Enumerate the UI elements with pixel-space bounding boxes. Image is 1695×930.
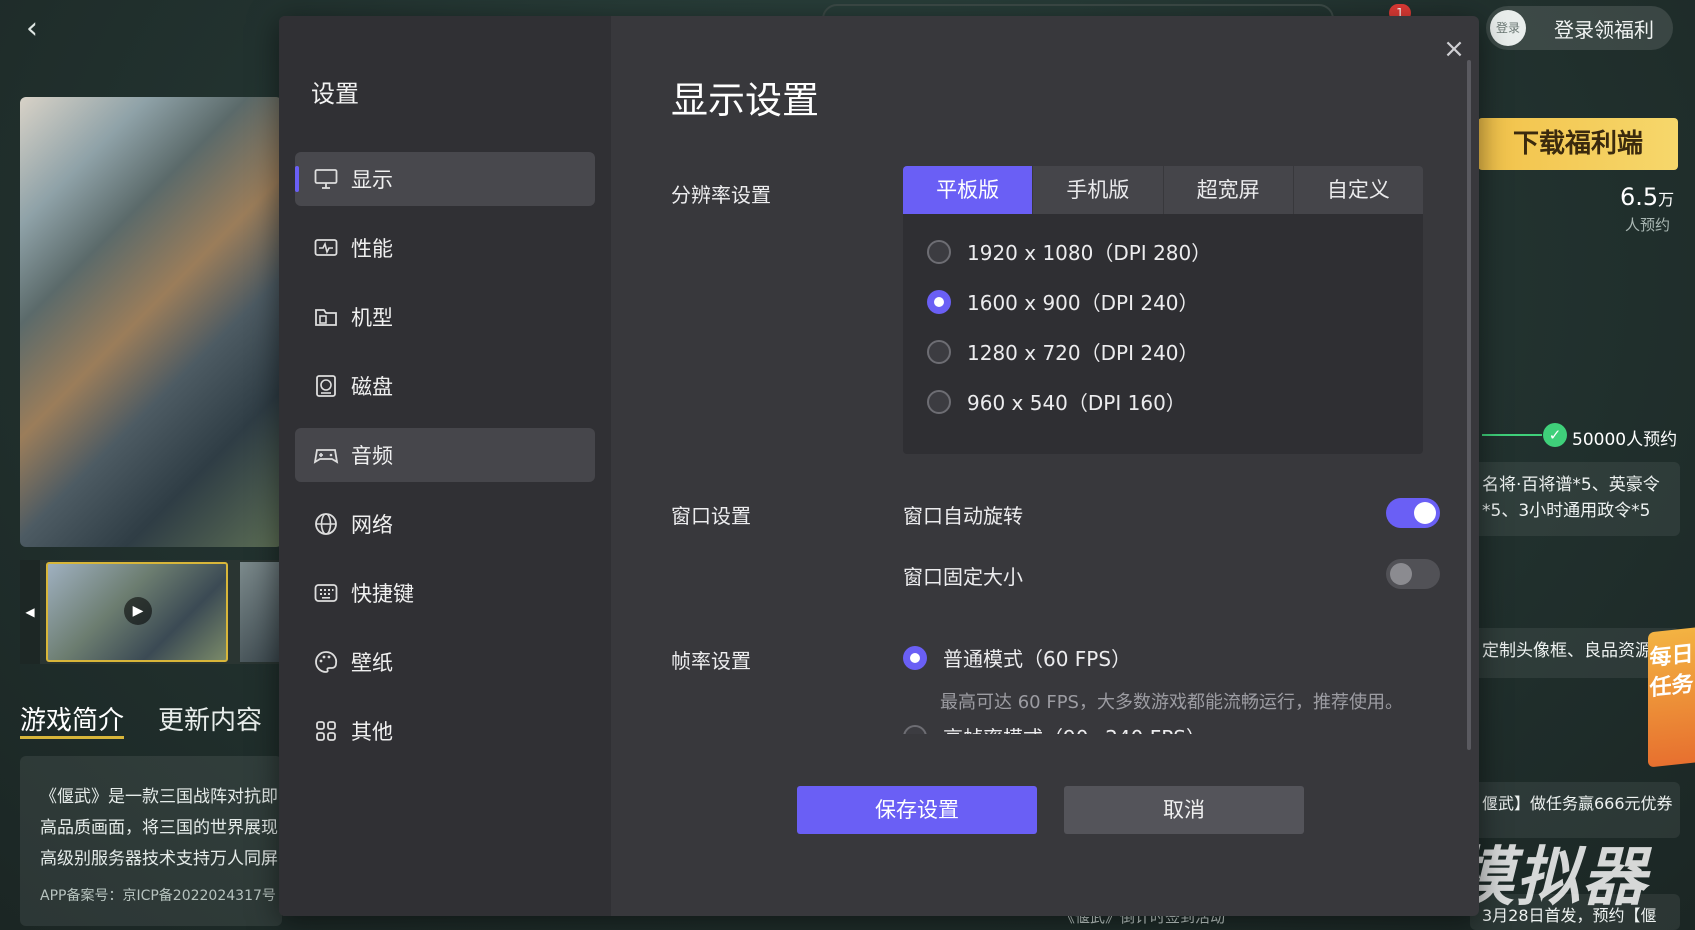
reserve-count: 6.5万 — [1620, 183, 1675, 211]
save-button[interactable]: 保存设置 — [797, 786, 1037, 834]
tab-updates[interactable]: 更新内容 — [158, 700, 262, 737]
scrollbar[interactable] — [1467, 60, 1471, 750]
back-arrow-icon[interactable]: ‹ — [26, 12, 56, 46]
resolution-options: 1920 x 1080（DPI 280） 1600 x 900（DPI 240）… — [903, 214, 1423, 454]
thumbnail-prev-icon[interactable]: ◀ — [20, 560, 40, 664]
resolution-tabs: 平板版 手机版 超宽屏 自定义 — [903, 166, 1423, 214]
fps-high-label: 高帧率模式（90~240 FPS） — [943, 722, 1206, 734]
cancel-button[interactable]: 取消 — [1064, 786, 1304, 834]
radio-button-selected[interactable] — [903, 645, 927, 670]
radio-button[interactable] — [927, 239, 951, 264]
reserve-label: 人预约 — [1625, 216, 1671, 234]
sidebar-item-wallpaper[interactable]: 壁纸 — [295, 635, 595, 689]
game-intro-card: 《偃武》是一款三国战阵对抗即 高品质画面，将三国的世界展现 高级别服务器技术支持… — [20, 756, 282, 926]
performance-icon — [313, 235, 339, 261]
fps-normal-option[interactable]: 普通模式（60 FPS） — [903, 643, 1131, 672]
settings-dialog: 设置 显示 性能 机型 磁盘 音频 网络 快捷键 壁纸 其他 显示设置 × 分辨… — [279, 16, 1479, 916]
sidebar-item-other[interactable]: 其他 — [295, 704, 595, 758]
sidebar-item-label: 音频 — [351, 444, 393, 468]
radio-button-selected[interactable] — [927, 289, 951, 314]
sidebar-item-disk[interactable]: 磁盘 — [295, 359, 595, 413]
login-label: 登录领福利 — [1554, 18, 1654, 42]
resolution-option-label: 1600 x 900（DPI 240） — [967, 291, 1199, 315]
radio-button[interactable] — [903, 724, 927, 734]
sidebar-item-label: 壁纸 — [351, 651, 393, 675]
resolution-section-label: 分辨率设置 — [671, 183, 771, 207]
sidebar-title: 设置 — [311, 80, 359, 108]
grid-icon — [313, 718, 339, 744]
sidebar-item-device-model[interactable]: 机型 — [295, 290, 595, 344]
intro-line: 《偃武》是一款三国战阵对抗即 — [40, 787, 278, 807]
sidebar-item-label: 机型 — [351, 306, 393, 330]
resolution-option[interactable]: 1920 x 1080（DPI 280） — [927, 237, 1211, 266]
settings-sidebar: 设置 显示 性能 机型 磁盘 音频 网络 快捷键 壁纸 其他 — [279, 16, 611, 916]
window-section-label: 窗口设置 — [671, 504, 751, 528]
fps-high-option[interactable]: 高帧率模式（90~240 FPS） — [903, 722, 1206, 734]
sidebar-item-label: 显示 — [351, 168, 393, 192]
resolution-option[interactable]: 1280 x 720（DPI 240） — [927, 337, 1199, 366]
tab-custom[interactable]: 自定义 — [1294, 166, 1423, 214]
sidebar-item-network[interactable]: 网络 — [295, 497, 595, 551]
sidebar-item-label: 磁盘 — [351, 375, 393, 399]
intro-line: 高级别服务器技术支持万人同屏 — [40, 849, 278, 869]
toggle-knob — [1390, 563, 1412, 585]
reward-card: 名将·百将谱*5、英豪令*5、3小时通用政令*5 — [1470, 462, 1680, 536]
resolution-option[interactable]: 960 x 540（DPI 160） — [927, 387, 1186, 416]
sidebar-item-display[interactable]: 显示 — [295, 152, 595, 206]
fps-high-option-clipped: 高帧率模式（90~240 FPS） — [903, 716, 1423, 734]
game-hero-image — [20, 97, 282, 547]
palette-icon — [313, 649, 339, 675]
auto-rotate-toggle[interactable] — [1386, 498, 1440, 528]
radio-button[interactable] — [927, 389, 951, 414]
resolution-option-label: 960 x 540（DPI 160） — [967, 391, 1186, 415]
sidebar-item-label: 快捷键 — [351, 582, 414, 606]
download-button[interactable]: 下载福利端 — [1478, 118, 1678, 170]
tab-underline — [20, 736, 124, 739]
tab-ultrawide[interactable]: 超宽屏 — [1164, 166, 1294, 214]
fixed-size-toggle[interactable] — [1386, 559, 1440, 589]
sidebar-item-audio[interactable]: 音频 — [295, 428, 595, 482]
milestone-line — [1482, 434, 1542, 436]
sidebar-item-shortcuts[interactable]: 快捷键 — [295, 566, 595, 620]
resolution-option-label: 1280 x 720（DPI 240） — [967, 341, 1199, 365]
fps-normal-label: 普通模式（60 FPS） — [943, 647, 1132, 671]
tab-tablet[interactable]: 平板版 — [903, 166, 1034, 214]
image-thumbnail[interactable] — [240, 562, 284, 662]
intro-line: 高品质画面，将三国的世界展现 — [40, 818, 278, 838]
check-icon: ✓ — [1543, 423, 1567, 447]
auto-rotate-label: 窗口自动旋转 — [903, 504, 1023, 528]
globe-icon — [313, 511, 339, 537]
sidebar-item-label: 性能 — [351, 237, 393, 261]
toggle-knob — [1414, 502, 1436, 524]
page-title: 显示设置 — [671, 79, 819, 122]
fixed-size-label: 窗口固定大小 — [903, 565, 1023, 589]
resolution-option-label: 1920 x 1080（DPI 280） — [967, 241, 1212, 265]
milestone-label: 50000人预约 — [1572, 430, 1678, 450]
close-icon[interactable]: × — [1439, 34, 1469, 64]
login-button[interactable]: 登录 登录领福利 — [1486, 6, 1673, 50]
fps-section-label: 帧率设置 — [671, 649, 751, 673]
resolution-option[interactable]: 1600 x 900（DPI 240） — [927, 287, 1199, 316]
sidebar-item-label: 其他 — [351, 720, 393, 744]
fps-normal-description: 最高可达 60 FPS，大多数游戏都能流畅运行，推荐使用。 — [940, 692, 1403, 713]
daily-task-banner[interactable]: 每日任务 — [1648, 627, 1695, 768]
tab-game-intro[interactable]: 游戏简介 — [20, 700, 124, 737]
tab-phone[interactable]: 手机版 — [1033, 166, 1164, 214]
device-model-icon — [313, 304, 339, 330]
sidebar-item-performance[interactable]: 性能 — [295, 221, 595, 275]
disk-icon — [313, 373, 339, 399]
icp-record: APP备案号：京ICP备2022024317号 — [40, 888, 276, 904]
gamepad-icon — [313, 442, 339, 468]
keyboard-icon — [313, 580, 339, 606]
play-icon[interactable]: ▶ — [124, 597, 152, 625]
radio-button[interactable] — [927, 339, 951, 364]
avatar: 登录 — [1490, 10, 1526, 46]
monitor-icon — [313, 166, 339, 192]
sidebar-item-label: 网络 — [351, 513, 393, 537]
